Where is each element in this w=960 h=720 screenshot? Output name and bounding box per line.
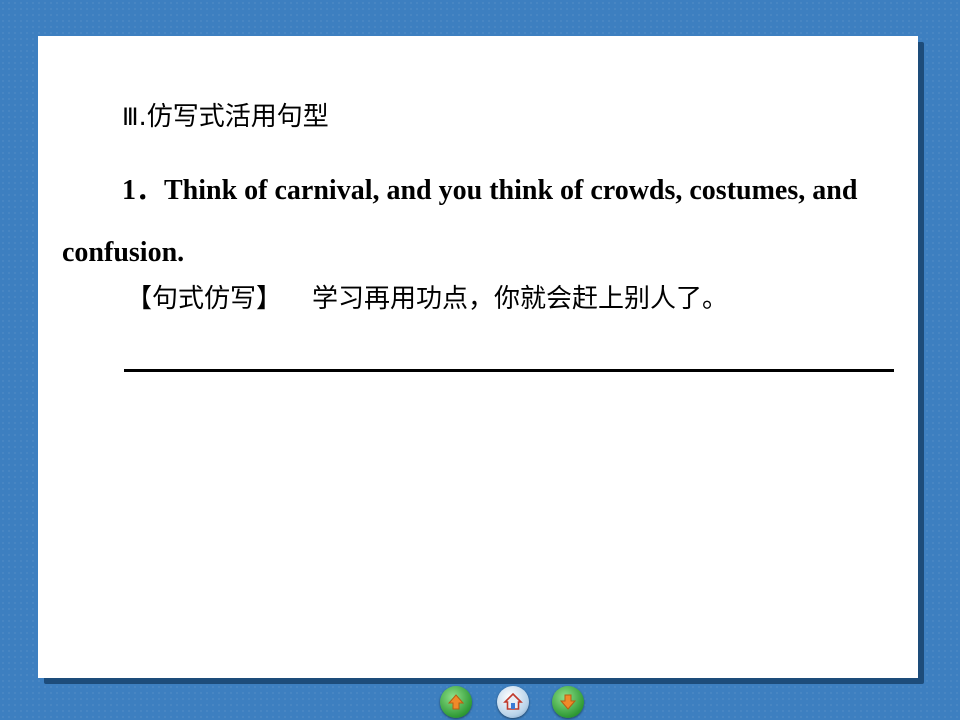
- example-sentence: 1．Think of carnival, and you think of cr…: [62, 175, 858, 268]
- previous-slide-button[interactable]: [440, 686, 472, 718]
- section-heading: Ⅲ.仿写式活用句型: [122, 96, 329, 133]
- up-arrow-icon: [447, 694, 465, 710]
- next-slide-button[interactable]: [552, 686, 584, 718]
- down-arrow-icon: [559, 694, 577, 710]
- imitation-prompt: 【句式仿写】 学习再用功点，你就会赶上别人了。: [126, 278, 728, 315]
- home-button[interactable]: [497, 686, 529, 718]
- home-icon: [503, 692, 523, 710]
- section-number: Ⅲ: [122, 103, 139, 131]
- answer-line: [124, 369, 894, 372]
- section-title: .仿写式活用句型: [138, 102, 329, 132]
- imitation-label: 【句式仿写】: [126, 284, 283, 314]
- imitation-task: 学习再用功点，你就会赶上别人了。: [312, 284, 729, 314]
